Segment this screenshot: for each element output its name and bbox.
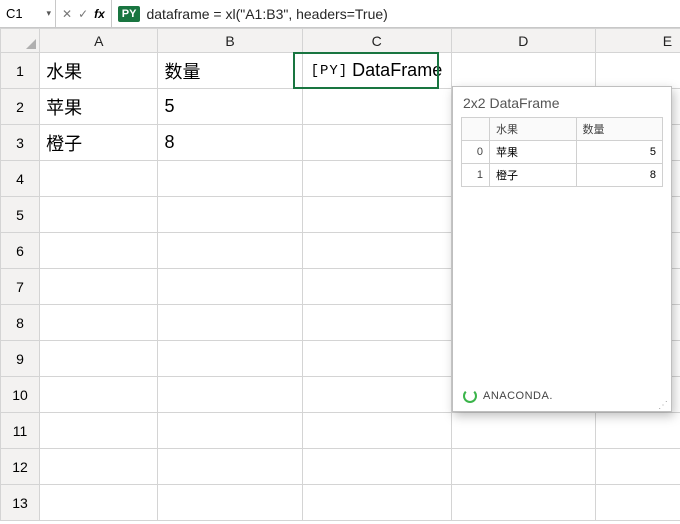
preview-index-header [462,118,490,141]
dataframe-preview-card: 2x2 DataFrame 水果 数量 0 苹果 5 1 橙子 8 [452,86,672,412]
accept-icon[interactable]: ✓ [78,7,88,21]
row-header-7[interactable]: 7 [1,269,40,305]
cell-A7[interactable] [40,269,158,305]
cell-A11[interactable] [40,413,158,449]
cell-C3[interactable] [302,125,451,161]
cell-C9[interactable] [302,341,451,377]
row-header-8[interactable]: 8 [1,305,40,341]
preview-row: 1 橙子 8 [462,164,663,187]
cell-A10[interactable] [40,377,158,413]
col-header-B[interactable]: B [158,29,302,53]
formula-input[interactable]: dataframe = xl("A1:B3", headers=True) [144,6,680,22]
cell-C6[interactable] [302,233,451,269]
row-header-12[interactable]: 12 [1,449,40,485]
select-all-corner[interactable] [1,29,40,53]
row-header-3[interactable]: 3 [1,125,40,161]
formula-tools: ✕ ✓ fx [56,0,112,27]
cell-C2[interactable] [302,89,451,125]
cell-C4[interactable] [302,161,451,197]
cell-B6[interactable] [158,233,302,269]
cell-B10[interactable] [158,377,302,413]
preview-table: 水果 数量 0 苹果 5 1 橙子 8 [461,117,663,187]
preview-col-1: 水果 [490,118,577,141]
cell-B13[interactable] [158,485,302,521]
python-cell-icon: [PY] [309,63,351,79]
row-header-4[interactable]: 4 [1,161,40,197]
cell-B1[interactable]: 数量 [158,53,302,89]
cell-D1[interactable] [451,53,595,89]
preview-row: 0 苹果 5 [462,141,663,164]
anaconda-icon [463,389,477,403]
cell-B12[interactable] [158,449,302,485]
cell-C7[interactable] [302,269,451,305]
resize-grip-icon[interactable]: ⋰ [658,403,669,409]
col-header-A[interactable]: A [40,29,158,53]
cell-B3[interactable]: 8 [158,125,302,161]
cell-A13[interactable] [40,485,158,521]
preview-footer: ANACONDA. [453,381,671,411]
cell-A4[interactable] [40,161,158,197]
col-header-D[interactable]: D [451,29,595,53]
cell-A9[interactable] [40,341,158,377]
cell-C12[interactable] [302,449,451,485]
row-header-2[interactable]: 2 [1,89,40,125]
cell-E13[interactable] [595,485,680,521]
cell-B5[interactable] [158,197,302,233]
row-header-9[interactable]: 9 [1,341,40,377]
spreadsheet-grid[interactable]: A B C D E 1 水果 数量 [PY] DataFrame [0,28,680,521]
fx-icon[interactable]: fx [94,7,105,21]
cell-C8[interactable] [302,305,451,341]
cell-C13[interactable] [302,485,451,521]
cell-B4[interactable] [158,161,302,197]
cell-D11[interactable] [451,413,595,449]
row-header-11[interactable]: 11 [1,413,40,449]
cell-C5[interactable] [302,197,451,233]
cell-D12[interactable] [451,449,595,485]
cell-A1[interactable]: 水果 [40,53,158,89]
cancel-icon[interactable]: ✕ [62,7,72,21]
cell-B2[interactable]: 5 [158,89,302,125]
name-box-value: C1 [6,6,23,21]
cell-A5[interactable] [40,197,158,233]
cell-A12[interactable] [40,449,158,485]
col-header-E[interactable]: E [595,29,680,53]
row-header-6[interactable]: 6 [1,233,40,269]
cell-C10[interactable] [302,377,451,413]
cell-B9[interactable] [158,341,302,377]
cell-E12[interactable] [595,449,680,485]
preview-col-2: 数量 [576,118,663,141]
cell-B8[interactable] [158,305,302,341]
cell-D13[interactable] [451,485,595,521]
cell-B7[interactable] [158,269,302,305]
cell-E11[interactable] [595,413,680,449]
cell-A6[interactable] [40,233,158,269]
python-badge: PY [118,6,141,22]
python-cell-label: DataFrame [352,60,442,81]
cell-A3[interactable]: 橙子 [40,125,158,161]
chevron-down-icon[interactable]: ▾ [46,8,51,19]
row-header-5[interactable]: 5 [1,197,40,233]
name-box[interactable]: C1 ▾ [0,0,56,27]
cell-A2[interactable]: 苹果 [40,89,158,125]
row-header-13[interactable]: 13 [1,485,40,521]
row-header-10[interactable]: 10 [1,377,40,413]
row-header-1[interactable]: 1 [1,53,40,89]
formula-bar: C1 ▾ ✕ ✓ fx PY dataframe = xl("A1:B3", h… [0,0,680,28]
cell-C1[interactable]: [PY] DataFrame [302,53,451,89]
cell-A8[interactable] [40,305,158,341]
cell-C11[interactable] [302,413,451,449]
cell-E1[interactable] [595,53,680,89]
col-header-C[interactable]: C [302,29,451,53]
preview-title: 2x2 DataFrame [453,87,671,117]
cell-B11[interactable] [158,413,302,449]
anaconda-brand: ANACONDA. [483,390,553,402]
